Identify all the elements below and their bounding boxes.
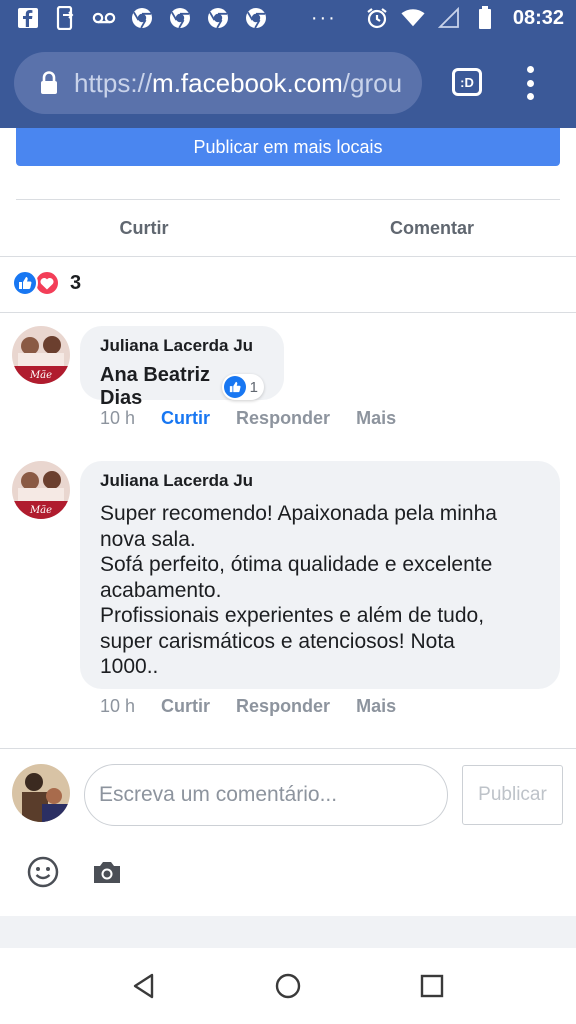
menu-dot bbox=[526, 66, 534, 73]
comment-meta: 10 h Curtir Responder Mais bbox=[100, 408, 422, 429]
comment-bubble: Juliana Lacerda Ju Super recomendo! Apai… bbox=[80, 461, 560, 689]
publish-more-places-button[interactable]: Publicar em mais locais bbox=[16, 128, 560, 166]
comment-line: acabamento. bbox=[100, 578, 222, 602]
phone-link-icon bbox=[54, 6, 78, 30]
comment-more-link[interactable]: Mais bbox=[356, 408, 396, 429]
clock: 08:32 bbox=[512, 6, 564, 29]
system-status: ··· 08:32 bbox=[311, 6, 564, 30]
current-user-avatar bbox=[12, 764, 70, 822]
comment-timestamp: 10 h bbox=[100, 696, 136, 716]
wifi-icon bbox=[401, 6, 425, 30]
url-host: m.facebook.com bbox=[152, 67, 343, 98]
avatar[interactable]: Mãe bbox=[12, 461, 70, 519]
comment-line: nova sala. bbox=[100, 527, 196, 551]
post-actions: Curtir Comentar bbox=[0, 200, 576, 256]
comment-meta: 10 h Curtir Responder Mais bbox=[100, 696, 422, 717]
browser-toolbar: https://m.facebook.com/grou :D bbox=[0, 40, 576, 128]
comment-line: 1000..😘 bbox=[100, 654, 542, 689]
tab-switcher-button[interactable]: :D bbox=[452, 68, 482, 96]
comment-reply-link[interactable]: Responder bbox=[236, 696, 330, 717]
comment-text: Super recomendo! Apaixonada pela minha n… bbox=[100, 501, 542, 689]
comment-line: Super recomendo! Apaixonada pela minha bbox=[100, 502, 497, 525]
chrome-icon bbox=[130, 6, 154, 30]
system-navigation-bar bbox=[0, 948, 576, 1024]
recent-apps-icon[interactable] bbox=[414, 968, 450, 1004]
comment-line: Sofá perfeito, ótima qualidade e excelen… bbox=[100, 553, 493, 576]
chrome-icon bbox=[244, 6, 268, 30]
comment-line: Profissionais experientes e além de tudo… bbox=[100, 604, 485, 627]
comment-author[interactable]: Juliana Lacerda Ju bbox=[100, 336, 264, 356]
comment-like-link[interactable]: Curtir bbox=[161, 408, 210, 429]
menu-dot bbox=[526, 93, 534, 100]
battery-icon bbox=[473, 6, 497, 30]
like-reaction-icon bbox=[12, 270, 38, 296]
address-bar[interactable]: https://m.facebook.com/grou bbox=[14, 52, 422, 114]
emoji-icon[interactable] bbox=[27, 856, 59, 888]
divider bbox=[0, 748, 576, 749]
voicemail-icon bbox=[92, 6, 116, 30]
browser-menu-button[interactable] bbox=[520, 66, 540, 100]
kiss-emoji-icon: 😘 bbox=[160, 665, 184, 689]
notification-icons bbox=[16, 6, 268, 30]
camera-icon[interactable] bbox=[91, 856, 123, 888]
comment-author[interactable]: Juliana Lacerda Ju bbox=[100, 471, 542, 491]
reactions-summary[interactable]: 3 bbox=[12, 270, 81, 296]
chrome-icon bbox=[168, 6, 192, 30]
comment-reply-link[interactable]: Responder bbox=[236, 408, 330, 429]
avatar-caption: Mãe bbox=[29, 505, 52, 516]
divider bbox=[0, 256, 576, 257]
chrome-icon bbox=[206, 6, 230, 30]
like-reaction-icon bbox=[223, 376, 246, 398]
url-scheme: https:// bbox=[74, 67, 153, 98]
mentioned-user-link[interactable]: Ana Beatriz Dias bbox=[100, 364, 216, 410]
url-text: https://m.facebook.com/grou bbox=[74, 68, 402, 99]
publish-comment-button[interactable]: Publicar bbox=[462, 765, 563, 825]
comment-line: super carismáticos e atenciosos! Nota bbox=[100, 629, 455, 653]
comment-like-count: 1 bbox=[249, 378, 258, 396]
alarm-icon bbox=[365, 6, 389, 30]
divider bbox=[0, 312, 576, 313]
url-path: /grou bbox=[342, 67, 403, 98]
comment-timestamp: 10 h bbox=[100, 408, 136, 428]
comment-line-text: 1000.. bbox=[100, 655, 159, 678]
avatar-caption: Mãe bbox=[29, 370, 52, 381]
back-icon[interactable] bbox=[126, 968, 162, 1004]
lock-icon bbox=[38, 70, 60, 96]
section-separator bbox=[0, 916, 576, 948]
avatar[interactable]: Mãe bbox=[12, 326, 70, 384]
menu-dot bbox=[526, 79, 534, 87]
comment-more-link[interactable]: Mais bbox=[356, 696, 396, 717]
status-bar: ··· 08:32 bbox=[0, 0, 576, 40]
reaction-count: 3 bbox=[70, 271, 82, 294]
comment-bubble: Juliana Lacerda Ju Ana Beatriz Dias 1 bbox=[80, 326, 284, 409]
home-icon[interactable] bbox=[270, 968, 306, 1004]
facebook-icon bbox=[16, 6, 40, 30]
comment-body: Ana Beatriz Dias 1 bbox=[100, 364, 264, 410]
comment-like-badge[interactable]: 1 bbox=[221, 374, 264, 400]
signal-icon bbox=[437, 6, 461, 30]
more-notifications-indicator: ··· bbox=[310, 6, 337, 29]
comment-input[interactable]: Escreva um comentário... bbox=[84, 764, 448, 826]
comment-button[interactable]: Comentar bbox=[288, 200, 576, 256]
like-button[interactable]: Curtir bbox=[0, 200, 288, 256]
comment-like-link[interactable]: Curtir bbox=[161, 696, 210, 717]
